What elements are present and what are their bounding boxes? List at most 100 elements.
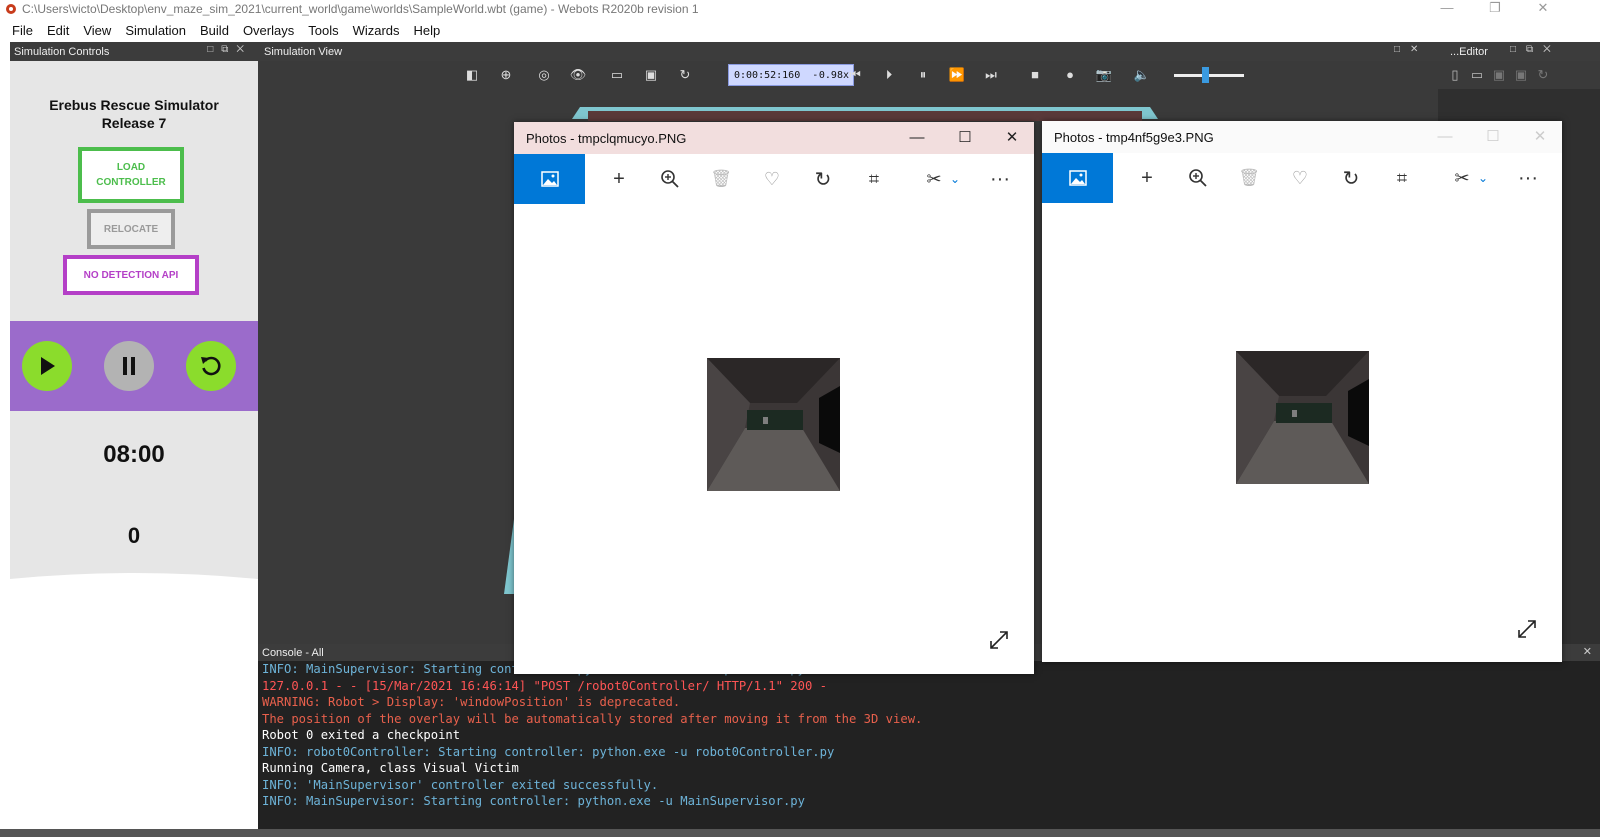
reset-button[interactable] [186,341,236,391]
photos-1-close-icon[interactable]: ✕ [1002,128,1022,148]
favorite-icon[interactable]: ♡ [1287,165,1313,191]
reset-icon [201,356,221,376]
photos-2-maximize-icon[interactable]: ☐ [1483,127,1503,147]
reload-world-icon[interactable]: ↻ [676,66,694,84]
console-output[interactable]: INFO: MainSupervisor: Starting controlle… [258,661,1600,829]
console-line: WARNING: Robot > Display: 'windowPositio… [262,695,681,709]
run-icon[interactable]: ⏩ [948,66,966,84]
record-icon[interactable]: ● [1061,66,1079,84]
menu-tools[interactable]: Tools [308,23,338,38]
fullscreen-icon[interactable] [988,629,1010,651]
sim-time: 0:00:52:160 [734,69,801,81]
simulation-time-display: 0:00:52:160 - 0.98x [728,64,854,86]
playback-controls [10,321,258,411]
add-node-icon[interactable]: ⊕ [497,66,515,84]
step-icon[interactable]: ⏵ [880,66,898,84]
status-area: 08:00 0 [10,411,258,593]
load-label-line1: LOAD [116,162,146,173]
stop-icon[interactable]: ■ [1026,66,1044,84]
open-world-icon[interactable]: ▭ [608,66,626,84]
menu-help[interactable]: Help [414,23,441,38]
pause-sim-icon[interactable]: ⏸ [914,66,932,84]
score-display: 0 [127,523,141,548]
menu-view[interactable]: View [83,23,111,38]
photos-2-toolbar: + 🗑 ♡ ↻ ⌗ ✂ ⌄ ··· [1042,153,1562,203]
photos-window-2-titlebar: Photos - tmp4nf5g9e3.PNG — ☐ ✕ [1042,121,1562,153]
webots-app-icon [6,4,16,14]
edit-dropdown-icon[interactable]: ⌄ [942,166,968,192]
relocate-button[interactable]: RELOCATE [87,209,175,249]
console-close-icon[interactable]: ✕ [1583,645,1592,658]
minimize-button[interactable]: — [1432,0,1462,15]
save-as-icon[interactable]: ▣ [1512,66,1530,84]
menu-bar: File Edit View Simulation Build Overlays… [0,20,1600,41]
restore-button[interactable]: ❐ [1480,0,1510,16]
photos-window-2-title: Photos - tmp4nf5g9e3.PNG [1054,129,1214,145]
simulation-controls-panel: Erebus Rescue Simulator Release 7 LOAD CO… [10,61,258,831]
photos-1-maximize-icon[interactable]: ☐ [955,128,975,148]
simulation-toolbar: ◧ ⊕ ◎ 👁 ▭ ▣ ↻ 0:00:52:160 - 0.98x ⏮ ⏵ ⏸ … [258,61,1438,89]
step-back-icon[interactable]: ⏮ [846,66,864,84]
save-world-icon[interactable]: ▣ [642,66,660,84]
photos-window-1: Photos - tmpclqmucyo.PNG — ☐ ✕ + 🗑 ♡ ↻ ⌗… [514,122,1034,674]
timer-display: 08:00 [103,441,165,468]
photos-1-minimize-icon[interactable]: — [907,128,927,148]
no-detection-api-button[interactable]: NO DETECTION API [63,255,199,295]
open-file-icon[interactable]: ▭ [1468,66,1486,84]
camera-image-1 [707,358,840,491]
new-file-icon[interactable]: ▯ [1446,66,1464,84]
photos-2-collection-button[interactable] [1042,153,1113,203]
menu-wizards[interactable]: Wizards [353,23,400,38]
delete-icon[interactable]: 🗑 [1236,165,1262,191]
toggle-scene-tree-icon[interactable]: ◧ [463,66,481,84]
menu-file[interactable]: File [12,23,33,38]
window-title: C:\Users\victo\Desktop\env_maze_sim_2021… [22,2,699,16]
pause-button[interactable] [104,341,154,391]
controls-top-area: Erebus Rescue Simulator Release 7 LOAD CO… [10,61,258,321]
crop-icon[interactable]: ⌗ [861,166,887,192]
revert-icon[interactable]: ↻ [1534,66,1552,84]
more-options-icon[interactable]: ··· [1515,165,1541,191]
edit-dropdown-icon[interactable]: ⌄ [1470,165,1496,191]
save-file-icon[interactable]: ▣ [1490,66,1508,84]
photos-2-minimize-icon[interactable]: — [1435,127,1455,147]
load-controller-button[interactable]: LOAD CONTROLLER [78,147,184,203]
menu-build[interactable]: Build [200,23,229,38]
menu-edit[interactable]: Edit [47,23,69,38]
console-line: The position of the overlay will be auto… [262,711,923,726]
simulator-title: Erebus Rescue Simulator Release 7 [10,96,258,132]
simulation-controls-title: Simulation Controls [14,45,110,58]
volume-slider-knob[interactable] [1202,67,1209,83]
play-button[interactable] [22,341,72,391]
fast-icon[interactable]: ⏭ [982,66,1000,84]
close-button[interactable]: ✕ [1528,0,1558,16]
screenshot-icon[interactable]: 📷 [1095,66,1113,84]
image-icon [1068,170,1087,186]
rotate-icon[interactable]: ↻ [810,166,836,192]
add-icon[interactable]: + [1134,165,1160,191]
volume-icon[interactable]: 🔈 [1133,66,1151,84]
panel-dock-icons[interactable]: □⧉✕ [207,44,252,55]
more-options-icon[interactable]: ··· [987,166,1013,192]
crop-icon[interactable]: ⌗ [1389,165,1415,191]
editor-dock-icons[interactable]: □⧉✕ [1510,44,1561,55]
add-icon[interactable]: + [606,166,632,192]
menu-overlays[interactable]: Overlays [243,23,294,38]
zoom-in-icon[interactable] [1185,165,1211,191]
sim-speed: 0.98x [818,69,849,81]
pause-icon [123,357,135,375]
follow-object-icon[interactable]: ◎ [535,66,553,84]
zoom-in-icon[interactable] [657,166,683,192]
photos-2-close-icon[interactable]: ✕ [1530,127,1550,147]
fullscreen-icon[interactable] [1516,618,1538,640]
favorite-icon[interactable]: ♡ [759,166,785,192]
camera-image-2 [1236,351,1369,484]
volume-slider-track[interactable] [1174,74,1244,77]
menu-simulation[interactable]: Simulation [125,23,186,38]
view-icon[interactable]: 👁 [569,66,587,84]
delete-icon[interactable]: 🗑 [708,166,734,192]
rotate-icon[interactable]: ↻ [1338,165,1364,191]
simulator-title-line2: Release 7 [101,115,167,131]
photos-1-collection-button[interactable] [514,154,585,204]
sim-view-dock-icons[interactable]: □✕ [1394,44,1428,55]
